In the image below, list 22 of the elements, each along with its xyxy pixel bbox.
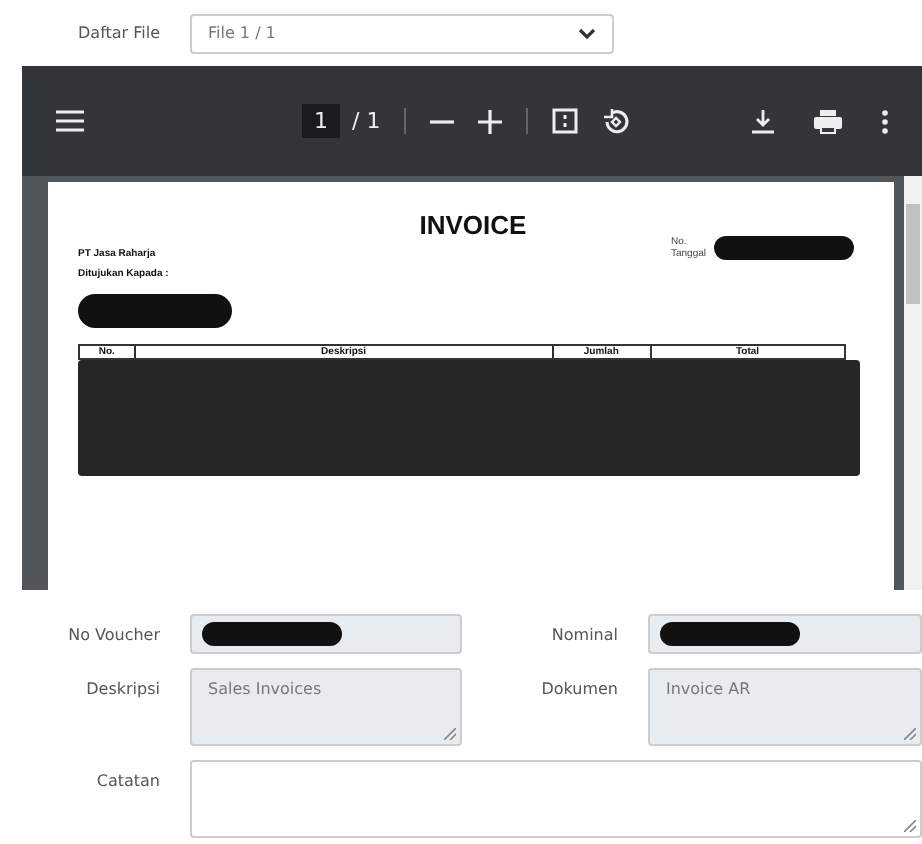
download-icon[interactable] (752, 109, 774, 133)
file-dropdown[interactable]: File 1 / 1 (190, 13, 614, 53)
menu-icon[interactable] (56, 110, 84, 132)
page-number-field[interactable]: 1 (302, 104, 340, 138)
zoom-in-icon[interactable] (478, 109, 503, 133)
invoice-title: INVOICE (417, 210, 529, 240)
redaction-mark (202, 622, 342, 646)
page-count: / 1 (352, 108, 381, 134)
print-icon[interactable] (814, 109, 842, 133)
field-label: Dokumen (539, 678, 620, 698)
redaction-mark (660, 622, 800, 646)
resize-handle-icon[interactable] (904, 820, 916, 832)
field-label: Deskripsi (84, 678, 162, 698)
field-label: No Voucher (66, 624, 162, 644)
scrollbar[interactable] (904, 176, 922, 590)
field-label: Nominal (549, 624, 620, 644)
field-label: Daftar File (78, 24, 162, 42)
field-label: Catatan (94, 770, 162, 790)
fit-page-icon[interactable] (552, 108, 579, 134)
more-options-icon[interactable] (882, 109, 888, 133)
rotate-icon[interactable] (602, 107, 631, 135)
chevron-down-icon (578, 27, 596, 39)
